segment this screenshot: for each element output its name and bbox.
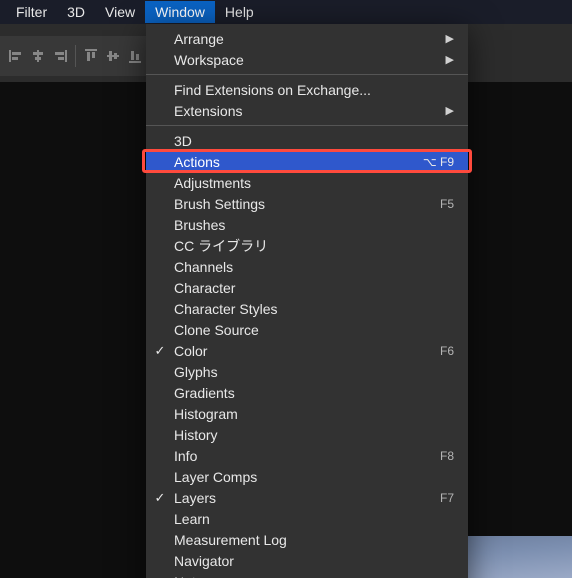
menu-item-label: Measurement Log — [174, 532, 454, 548]
submenu-arrow-icon: ▶ — [436, 32, 454, 45]
menu-item-shortcut: ⌥ F9 — [413, 155, 454, 169]
menu-window[interactable]: Window — [145, 1, 215, 23]
align-center-icon[interactable] — [30, 48, 46, 64]
menu-view[interactable]: View — [95, 1, 145, 23]
menu-item-shortcut: F6 — [430, 344, 454, 358]
menu-item-adjustments[interactable]: Adjustments — [146, 172, 468, 193]
menu-item-actions[interactable]: Actions⌥ F9 — [146, 151, 468, 172]
menu-item-label: CC ライブラリ — [174, 236, 454, 256]
menu-item-info[interactable]: InfoF8 — [146, 445, 468, 466]
menu-help[interactable]: Help — [215, 1, 264, 23]
submenu-arrow-icon: ▶ — [436, 53, 454, 66]
options-bar — [0, 36, 146, 76]
menu-separator — [146, 74, 468, 75]
menu-item-label: History — [174, 427, 454, 443]
menu-item-label: Gradients — [174, 385, 454, 401]
menu-item-cc[interactable]: CC ライブラリ — [146, 235, 468, 256]
menu-item-shortcut: F5 — [430, 197, 454, 211]
menu-item-label: Info — [174, 448, 430, 464]
menu-item-3d[interactable]: 3D — [146, 130, 468, 151]
menu-item-label: Arrange — [174, 31, 436, 47]
menu-item-label: Adjustments — [174, 175, 454, 191]
menu-item-label: 3D — [174, 133, 454, 149]
submenu-arrow-icon: ▶ — [436, 104, 454, 117]
menu-item-gradients[interactable]: Gradients — [146, 382, 468, 403]
menu-item-label: Layers — [174, 490, 430, 506]
menu-item-label: Workspace — [174, 52, 436, 68]
menu-item-label: Glyphs — [174, 364, 454, 380]
checkmark-icon: ✓ — [146, 343, 174, 359]
checkmark-icon: ✓ — [146, 490, 174, 506]
align-left-icon[interactable] — [8, 48, 24, 64]
menu-item-brush-settings[interactable]: Brush SettingsF5 — [146, 193, 468, 214]
menu-item-label: Learn — [174, 511, 454, 527]
menu-item-label: Find Extensions on Exchange... — [174, 82, 454, 98]
menu-item-layer-comps[interactable]: Layer Comps — [146, 466, 468, 487]
menu-item-clone-source[interactable]: Clone Source — [146, 319, 468, 340]
align-right-icon[interactable] — [52, 48, 68, 64]
menu-item-histogram[interactable]: Histogram — [146, 403, 468, 424]
menu-item-label: Navigator — [174, 553, 454, 569]
menu-item-label: Character Styles — [174, 301, 454, 317]
menu-item-notes[interactable]: Notes — [146, 571, 468, 578]
menu-item-learn[interactable]: Learn — [146, 508, 468, 529]
menu-item-channels[interactable]: Channels — [146, 256, 468, 277]
menu-item-navigator[interactable]: Navigator — [146, 550, 468, 571]
menu-item-glyphs[interactable]: Glyphs — [146, 361, 468, 382]
menu-item-label: Extensions — [174, 103, 436, 119]
menu-3d[interactable]: 3D — [57, 1, 95, 23]
menu-item-color[interactable]: ✓ColorF6 — [146, 340, 468, 361]
menu-item-label: Actions — [174, 154, 413, 170]
menu-item-brushes[interactable]: Brushes — [146, 214, 468, 235]
window-menu-dropdown: Arrange▶Workspace▶Find Extensions on Exc… — [146, 24, 468, 578]
menu-item-label: Brush Settings — [174, 196, 430, 212]
menu-item-label: Brushes — [174, 217, 454, 233]
menu-item-workspace[interactable]: Workspace▶ — [146, 49, 468, 70]
menu-item-label: Clone Source — [174, 322, 454, 338]
align-middle-icon[interactable] — [105, 48, 121, 64]
menu-item-shortcut: F7 — [430, 491, 454, 505]
menu-item-measurement-log[interactable]: Measurement Log — [146, 529, 468, 550]
menu-item-shortcut: F8 — [430, 449, 454, 463]
menu-item-find-extensions-on-exchange[interactable]: Find Extensions on Exchange... — [146, 79, 468, 100]
align-bottom-icon[interactable] — [127, 48, 143, 64]
menubar: Filter3DViewWindowHelp — [0, 0, 572, 24]
menu-separator — [146, 125, 468, 126]
menu-item-label: Layer Comps — [174, 469, 454, 485]
menu-item-extensions[interactable]: Extensions▶ — [146, 100, 468, 121]
menu-item-label: Notes — [174, 574, 454, 578]
menu-item-layers[interactable]: ✓LayersF7 — [146, 487, 468, 508]
menu-item-label: Channels — [174, 259, 454, 275]
menu-item-character-styles[interactable]: Character Styles — [146, 298, 468, 319]
toolbar-separator — [75, 45, 76, 67]
menu-item-label: Character — [174, 280, 454, 296]
menu-item-label: Color — [174, 343, 430, 359]
menu-item-history[interactable]: History — [146, 424, 468, 445]
menu-filter[interactable]: Filter — [6, 1, 57, 23]
menu-item-arrange[interactable]: Arrange▶ — [146, 28, 468, 49]
align-top-icon[interactable] — [83, 48, 99, 64]
menu-item-character[interactable]: Character — [146, 277, 468, 298]
menu-item-label: Histogram — [174, 406, 454, 422]
